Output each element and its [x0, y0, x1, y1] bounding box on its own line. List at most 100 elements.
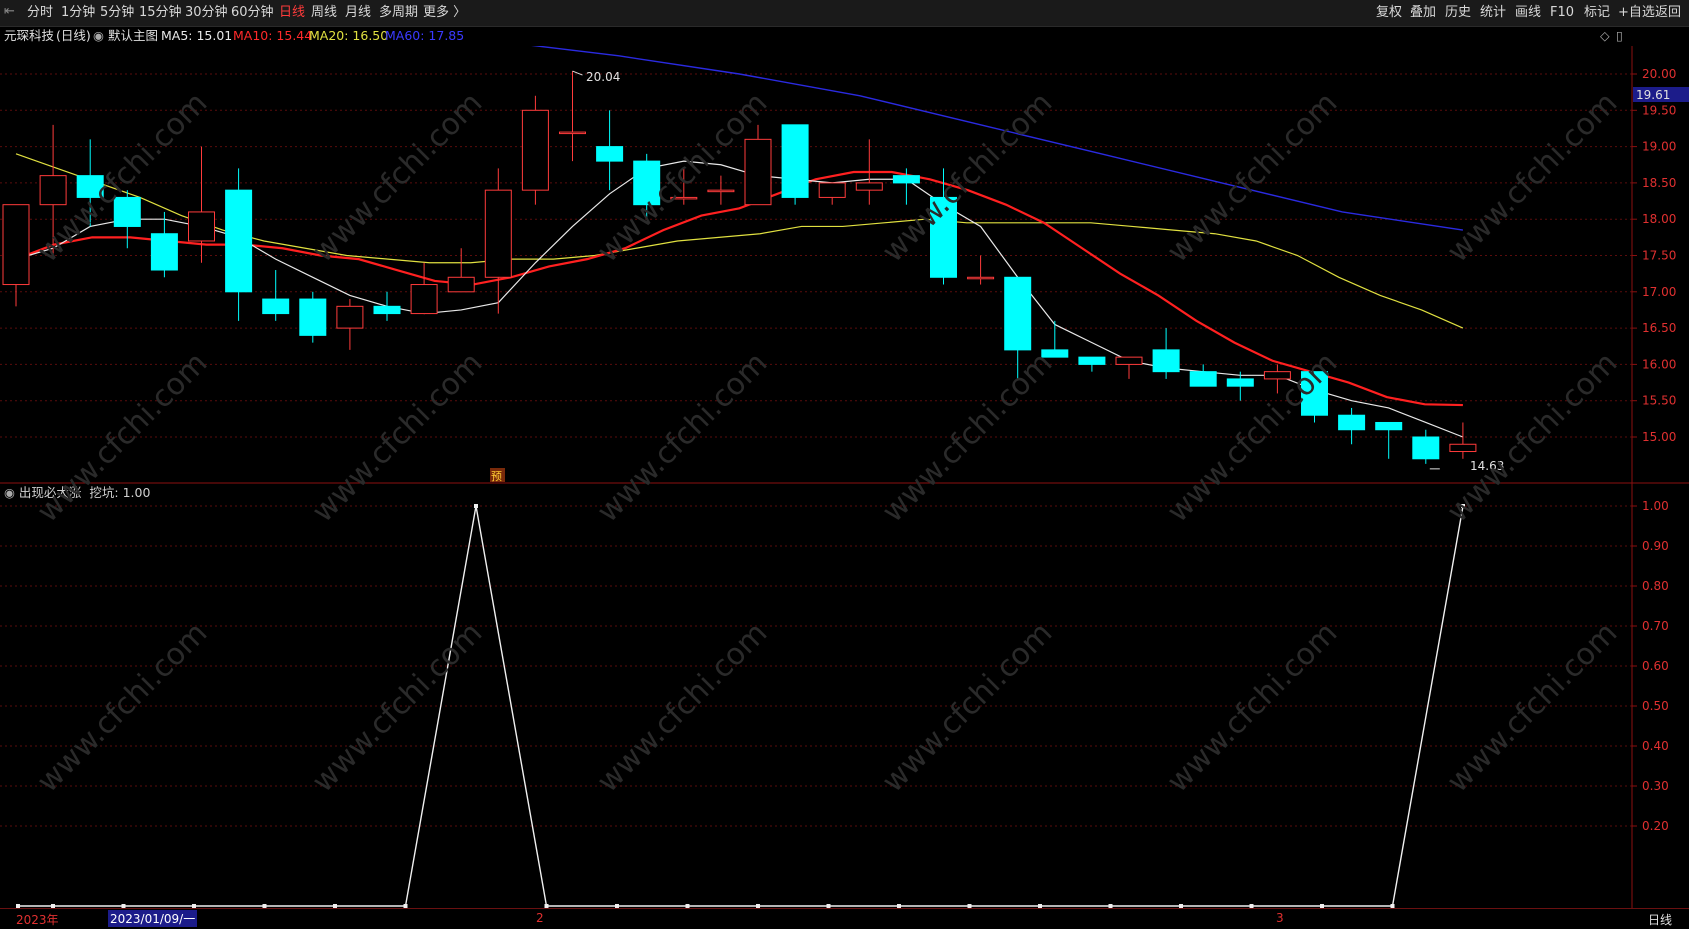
- history-button[interactable]: 历史: [1445, 5, 1471, 21]
- forecast-marker-text: 预: [491, 470, 502, 483]
- overlay-button[interactable]: 叠加: [1410, 5, 1436, 21]
- tab-timeshare[interactable]: 分时: [27, 5, 53, 21]
- candle[interactable]: [1004, 276, 1032, 379]
- candle[interactable]: [781, 124, 809, 205]
- candle-body: [336, 305, 364, 329]
- candle-body: [744, 138, 772, 206]
- candle-body: [299, 298, 327, 336]
- ma20-legend: MA20: 16.50: [309, 28, 389, 43]
- f10-button[interactable]: F10: [1550, 5, 1574, 21]
- tab-more[interactable]: 更多 〉: [423, 5, 466, 21]
- candle-body: [1338, 414, 1366, 431]
- candle[interactable]: [373, 291, 401, 321]
- candle-body: [967, 276, 995, 280]
- candle-body: [1152, 349, 1180, 373]
- candle[interactable]: [596, 110, 624, 191]
- candle[interactable]: [2, 204, 30, 307]
- tab-15min[interactable]: 15分钟: [139, 5, 182, 21]
- candle-body: [1449, 443, 1477, 453]
- adjust-button[interactable]: 复权: [1376, 5, 1402, 21]
- candle[interactable]: [336, 299, 364, 350]
- candle[interactable]: [150, 211, 178, 278]
- mark-button[interactable]: 标记: [1584, 5, 1610, 21]
- candle[interactable]: [744, 124, 772, 206]
- candle[interactable]: [818, 182, 846, 205]
- candle[interactable]: [113, 190, 141, 249]
- indicator-point: [1461, 504, 1465, 508]
- candle[interactable]: [410, 262, 438, 315]
- candle[interactable]: [1338, 407, 1366, 445]
- candle[interactable]: [967, 255, 995, 285]
- candle[interactable]: [1375, 421, 1403, 459]
- candle[interactable]: [447, 248, 475, 293]
- candle-body: [521, 109, 549, 191]
- add-watchlist-button[interactable]: +自选: [1618, 5, 1655, 21]
- price-tick-label: 16.00: [1642, 357, 1676, 371]
- candle-body: [484, 189, 512, 278]
- candle-body: [1375, 421, 1403, 431]
- candle[interactable]: [484, 168, 512, 314]
- candle-body: [76, 175, 104, 198]
- tab-daily[interactable]: 日线: [279, 5, 305, 21]
- panel-toggle-icon[interactable]: ▯: [1616, 26, 1623, 46]
- main-chart-label[interactable]: 默认主图: [108, 26, 158, 46]
- candle[interactable]: [1152, 328, 1180, 379]
- candle-body: [1226, 378, 1254, 387]
- candle[interactable]: [1412, 429, 1440, 464]
- candle[interactable]: [1449, 422, 1477, 459]
- candle-body: [818, 182, 846, 198]
- candle-body: [188, 211, 215, 242]
- tab-60min[interactable]: 60分钟: [231, 5, 274, 21]
- tab-30min[interactable]: 30分钟: [185, 5, 228, 21]
- candle-body: [781, 124, 809, 198]
- candle[interactable]: [299, 291, 327, 343]
- price-tick-label: 18.00: [1642, 212, 1676, 226]
- toolbar-menu-icon[interactable]: ⇤: [4, 4, 15, 20]
- tab-multi-period[interactable]: 多周期: [379, 5, 418, 21]
- candle[interactable]: [1263, 364, 1291, 394]
- candle[interactable]: [76, 139, 104, 227]
- high-price-label: 20.04: [586, 70, 620, 84]
- candle[interactable]: [225, 168, 253, 321]
- indicator-tick-label: 0.30: [1642, 779, 1669, 793]
- candle[interactable]: [521, 95, 549, 205]
- candle-body: [1301, 371, 1328, 416]
- price-tick-label: 15.50: [1642, 394, 1676, 408]
- year-label: 2023年: [16, 913, 59, 927]
- candle[interactable]: [1041, 320, 1069, 358]
- candle[interactable]: [1226, 371, 1254, 401]
- candle[interactable]: [1189, 364, 1217, 387]
- indicator-tick-label: 0.60: [1642, 659, 1669, 673]
- indicator-tick-label: 0.40: [1642, 739, 1669, 753]
- candle[interactable]: [39, 124, 67, 256]
- indicator-tick-label: 0.50: [1642, 699, 1669, 713]
- candle[interactable]: [707, 175, 735, 205]
- back-button[interactable]: 返回: [1655, 5, 1681, 21]
- tab-1min[interactable]: 1分钟: [61, 5, 95, 21]
- indicator-tick-label: 0.20: [1642, 819, 1669, 833]
- main-chart-dropdown-icon[interactable]: ◉: [93, 26, 104, 46]
- candle[interactable]: [1301, 371, 1328, 423]
- indicator-tick-label: 0.70: [1642, 619, 1669, 633]
- candle-body: [930, 196, 957, 278]
- price-tick-label: 17.50: [1642, 249, 1676, 263]
- period-tag[interactable]: 日线: [1648, 911, 1672, 928]
- diamond-icon[interactable]: ◇: [1600, 26, 1610, 46]
- ma5-legend: MA5: 15.01: [161, 28, 233, 43]
- candle-body: [1115, 356, 1143, 365]
- tab-monthly[interactable]: 月线: [345, 5, 371, 21]
- stats-button[interactable]: 统计: [1480, 5, 1506, 21]
- indicator-chart[interactable]: 1.00 0.90 0.80 0.70 0.60 0.50 0.40 0.30 0.20: [0, 484, 1689, 908]
- tab-5min[interactable]: 5分钟: [100, 5, 134, 21]
- price-tick-label: 20.00: [1642, 67, 1676, 81]
- tab-weekly[interactable]: 周线: [311, 5, 337, 21]
- candle-body: [559, 131, 586, 135]
- draw-button[interactable]: 画线: [1515, 5, 1541, 21]
- price-chart[interactable]: 20.00 19.50 19.00 18.50 18.00 17.50 17.00 16.50…: [0, 46, 1689, 484]
- candle[interactable]: [559, 71, 586, 162]
- candle[interactable]: [262, 270, 290, 321]
- candle[interactable]: [1115, 356, 1143, 379]
- candle[interactable]: [633, 153, 661, 220]
- candle[interactable]: [670, 168, 698, 205]
- candle[interactable]: [1078, 356, 1106, 372]
